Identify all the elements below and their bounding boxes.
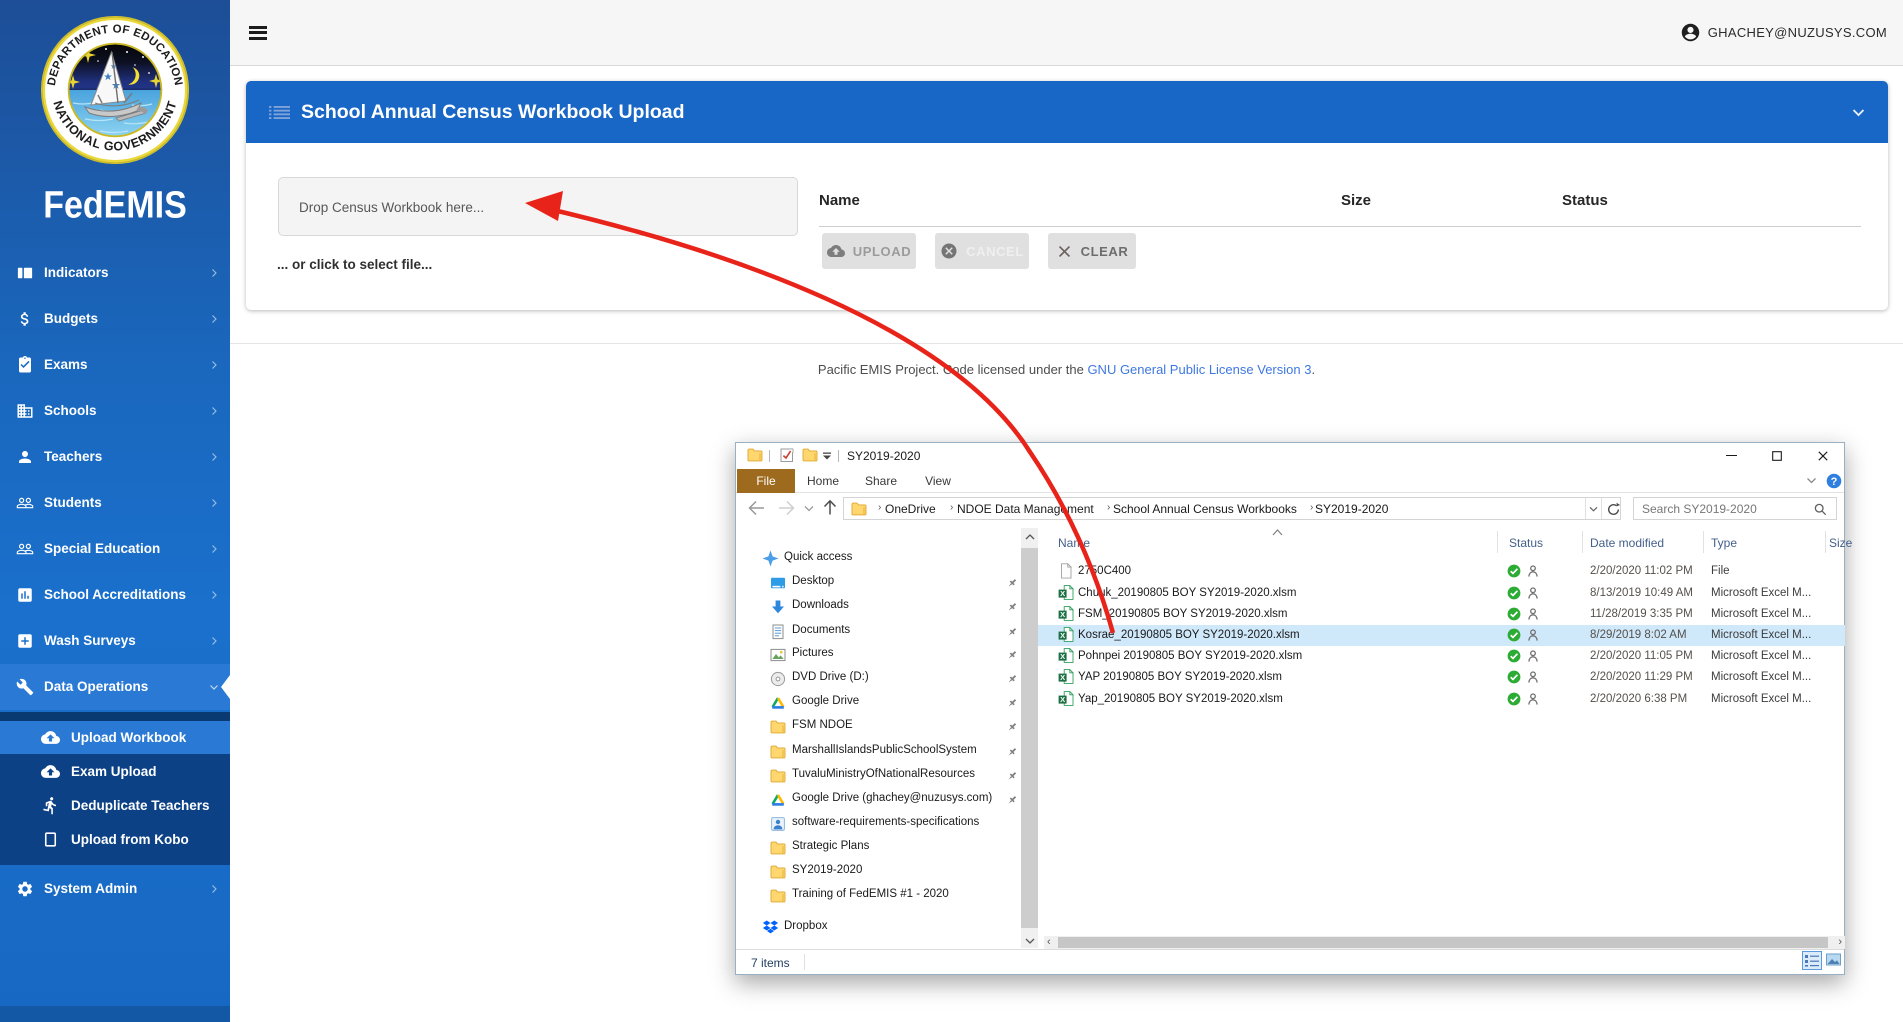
svg-text:?: ?: [1831, 476, 1838, 488]
